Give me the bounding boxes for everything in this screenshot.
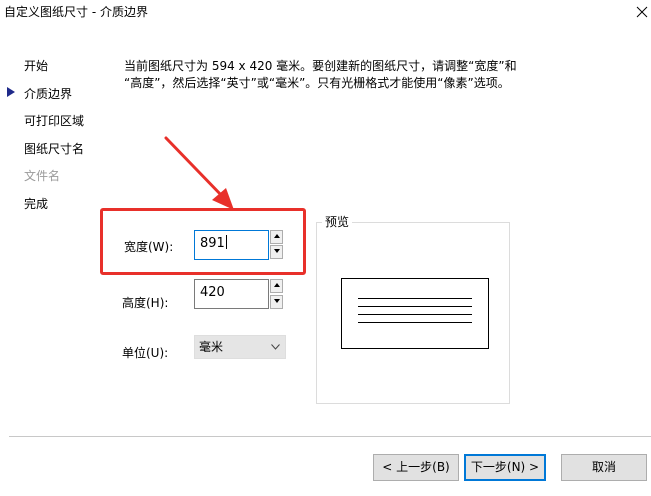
- unit-label: 单位(U):: [122, 346, 169, 360]
- height-label: 高度(H):: [122, 296, 169, 310]
- height-spin-up-button[interactable]: [270, 279, 283, 293]
- spin-up-icon: [273, 234, 280, 238]
- annotation-arrow-icon: [164, 136, 234, 210]
- height-spin-down-button[interactable]: [270, 295, 283, 309]
- height-input[interactable]: 420: [194, 279, 269, 309]
- footer-separator: [9, 436, 651, 437]
- width-label: 宽度(W):: [124, 240, 174, 254]
- paper-line: [358, 314, 472, 315]
- unit-select[interactable]: 毫米: [194, 335, 286, 359]
- height-value: 420: [200, 285, 225, 300]
- back-button[interactable]: < 上一步(B): [373, 454, 459, 481]
- spin-down-icon: [273, 299, 280, 303]
- description-line-1: 当前图纸尺寸为 594 x 420 毫米。要创建新的图纸尺寸，请调整“宽度”和: [124, 59, 517, 73]
- close-button[interactable]: [632, 2, 651, 22]
- spin-down-icon: [273, 249, 280, 253]
- window-title: 自定义图纸尺寸 - 介质边界: [4, 5, 148, 19]
- unit-select-value: 毫米: [199, 340, 224, 354]
- paper-line: [358, 298, 472, 299]
- width-value: 891: [200, 236, 225, 251]
- cancel-button[interactable]: 取消: [561, 454, 647, 481]
- width-spin-up-button[interactable]: [270, 230, 283, 244]
- chevron-down-icon: [271, 344, 280, 350]
- preview-paper: [341, 278, 489, 349]
- next-button[interactable]: 下一步(N) >: [464, 454, 546, 481]
- paper-line: [358, 322, 472, 323]
- sidebar-item-finish[interactable]: 完成: [24, 196, 48, 212]
- triangle-right-icon: [7, 87, 15, 97]
- sidebar-item-start[interactable]: 开始: [24, 58, 48, 74]
- description-text: 当前图纸尺寸为 594 x 420 毫米。要创建新的图纸尺寸，请调整“宽度”和 …: [124, 58, 524, 92]
- spin-up-icon: [273, 283, 280, 287]
- sidebar-item-paper-size-name[interactable]: 图纸尺寸名: [24, 141, 84, 157]
- sidebar-item-printable-area[interactable]: 可打印区域: [24, 113, 84, 129]
- width-input[interactable]: 891: [194, 230, 269, 260]
- preview-label: 预览: [322, 214, 353, 230]
- description-line-2: “高度”，然后选择“英寸”或“毫米”。只有光栅格式才能使用“像素”选项。: [124, 76, 510, 90]
- paper-line: [358, 306, 472, 307]
- width-spin-down-button[interactable]: [270, 245, 283, 259]
- close-icon: [636, 6, 648, 18]
- sidebar-item-file-name: 文件名: [24, 169, 61, 183]
- sidebar-item-media-bounds[interactable]: 介质边界: [24, 86, 72, 102]
- title-bar: 自定义图纸尺寸 - 介质边界: [0, 0, 651, 26]
- text-caret: [225, 235, 227, 249]
